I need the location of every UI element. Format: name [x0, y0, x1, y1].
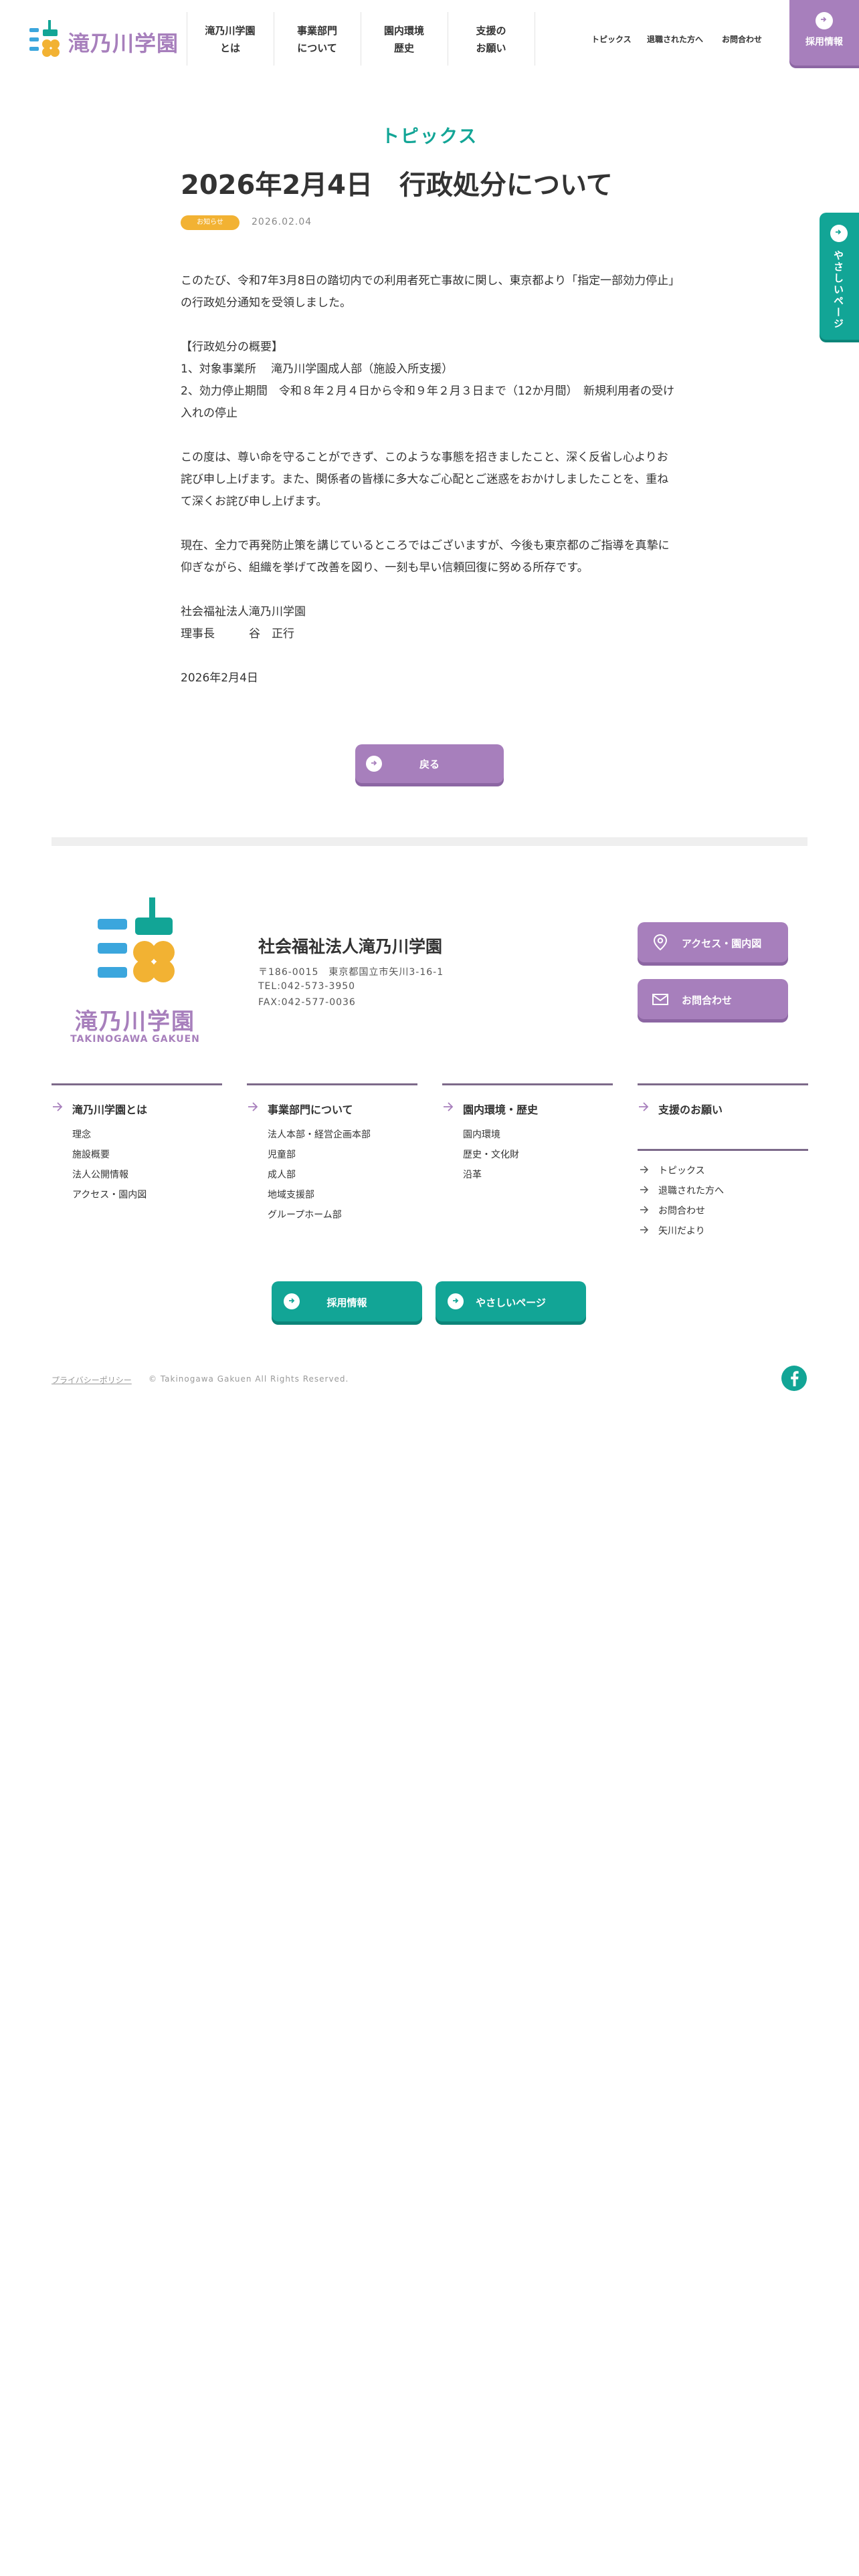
util-link-retired[interactable]: 退職された方へ [647, 33, 703, 45]
org-name: 社会福祉法人滝乃川学園 [258, 937, 443, 956]
article-paragraph: 【行政処分の概要】 1、対象事業所 滝乃川学園成人部（施設入所支援） 2、効力停… [181, 340, 674, 420]
nav-environment[interactable]: 園内環境 歴史 [361, 15, 448, 64]
footer-logo-subtext: TAKINOGAWA GAKUEN [70, 1034, 200, 1045]
mail-icon [652, 994, 668, 1005]
footer-heading-departments[interactable]: 事業部門について [268, 1101, 353, 1117]
footer-link-disclosure[interactable]: 法人公開情報 [72, 1168, 128, 1181]
footer-link-retired[interactable]: 退職された方へ [658, 1184, 724, 1197]
footer-link-newsletter[interactable]: 矢川だより [658, 1224, 705, 1237]
recruit-button-label: 採用情報 [326, 1297, 367, 1309]
util-link-topics[interactable]: トピックス [591, 33, 632, 45]
access-map-button-label: アクセス・園内図 [682, 938, 762, 950]
util-link-contact[interactable]: お問合わせ [722, 33, 762, 45]
location-pin-icon [653, 934, 668, 951]
footer-link-community[interactable]: 地域支援部 [268, 1188, 314, 1201]
arrow-right-icon [830, 225, 848, 242]
footer-heading-about[interactable]: 滝乃川学園とは [72, 1101, 147, 1117]
arrow-right-icon [444, 1102, 454, 1111]
easy-page-side-tab[interactable]: やさしいページ [820, 213, 859, 340]
footer-link-heritage[interactable]: 歴史・文化財 [463, 1148, 519, 1161]
footer-logo-text: 滝乃川学園 [75, 1008, 195, 1035]
footer-column-rule [442, 1083, 613, 1085]
page-title: 2026年2月4日 行政処分について [181, 170, 613, 201]
arrow-right-icon [640, 1206, 649, 1214]
arrow-right-icon [640, 1166, 649, 1174]
easy-page-button[interactable]: やさしいページ [436, 1281, 586, 1321]
category-badge: お知らせ [181, 215, 240, 230]
footer-link-campus[interactable]: 園内環境 [463, 1128, 500, 1141]
org-fax: FAX:042-577-0036 [258, 997, 356, 1008]
arrow-right-icon [816, 12, 833, 29]
footer-link-adults[interactable]: 成人部 [268, 1168, 296, 1181]
contact-button[interactable]: お問合わせ [638, 979, 788, 1019]
footer-link-philosophy[interactable]: 理念 [72, 1128, 91, 1141]
nav-departments[interactable]: 事業部門 について [274, 15, 361, 64]
article-paragraph: このたび、令和7年3月8日の踏切内での利用者死亡事故に関し、東京都より「指定一部… [181, 274, 674, 310]
footer-link-overview[interactable]: 施設概要 [72, 1148, 110, 1161]
arrow-right-icon [248, 1102, 258, 1111]
contact-button-label: お問合わせ [682, 994, 733, 1006]
back-button-label: 戻る [419, 758, 440, 770]
footer-column-rule [638, 1149, 808, 1151]
footer-heading-support[interactable]: 支援のお願い [658, 1101, 723, 1117]
footer-link-headquarters[interactable]: 法人本部・経営企画本部 [268, 1128, 371, 1141]
logo-mark-icon [29, 20, 60, 57]
access-map-button[interactable]: アクセス・園内図 [638, 922, 788, 962]
footer-link-access[interactable]: アクセス・園内図 [72, 1188, 147, 1201]
footer-link-contact[interactable]: お問合わせ [658, 1204, 705, 1217]
nav-support[interactable]: 支援の お願い [448, 15, 535, 64]
arrow-right-icon [639, 1102, 649, 1111]
article-closing-date: 2026年2月4日 [181, 671, 258, 685]
back-button[interactable]: 戻る [355, 744, 504, 783]
facebook-icon[interactable] [781, 1366, 807, 1391]
footer-link-topics[interactable]: トピックス [658, 1164, 705, 1177]
logo-mark-icon [98, 897, 175, 982]
article-paragraph: 現在、全力で再発防止策を講じているところではございますが、今後も東京都のご指導を… [181, 539, 670, 574]
recruit-tab-button[interactable]: 採用情報 [789, 0, 859, 66]
article-signature: 社会福祉法人滝乃川学園 理事長 谷 正行 [181, 605, 306, 641]
org-tel: TEL:042-573-3950 [258, 981, 356, 992]
footer-link-children[interactable]: 児童部 [268, 1148, 296, 1161]
arrow-right-icon [640, 1226, 649, 1234]
footer-column-rule [247, 1083, 417, 1085]
recruit-button[interactable]: 採用情報 [272, 1281, 422, 1321]
footer-column-rule [52, 1083, 222, 1085]
article-paragraph: この度は、尊い命を守ることができず、このような事態を招きましたこと、深く反省し心… [181, 451, 669, 508]
easy-page-side-tab-label: やさしいページ [832, 250, 844, 330]
section-divider [52, 837, 807, 846]
footer-link-grouphome[interactable]: グループホーム部 [268, 1208, 342, 1221]
post-date: 2026.02.04 [252, 217, 312, 227]
privacy-policy-link[interactable]: プライバシーポリシー [52, 1374, 132, 1386]
easy-page-button-label: やさしいページ [476, 1297, 546, 1309]
footer-logo: 滝乃川学園 TAKINOGAWA GAKUEN [68, 896, 202, 1050]
logo-text: 滝乃川学園 [68, 31, 179, 56]
nav-about[interactable]: 滝乃川学園 とは [187, 15, 274, 64]
footer-link-chronology[interactable]: 沿革 [463, 1168, 482, 1181]
footer-heading-environment[interactable]: 園内環境・歴史 [463, 1101, 538, 1117]
arrow-right-icon [53, 1102, 63, 1111]
section-label: トピックス [381, 126, 478, 147]
arrow-right-icon [640, 1186, 649, 1194]
copyright: © Takinogawa Gakuen All Rights Reserved. [149, 1374, 349, 1384]
footer-column-rule [638, 1083, 808, 1085]
org-address: 〒186-0015 東京都国立市矢川3-16-1 [258, 967, 444, 978]
recruit-tab-label: 採用情報 [805, 37, 843, 47]
